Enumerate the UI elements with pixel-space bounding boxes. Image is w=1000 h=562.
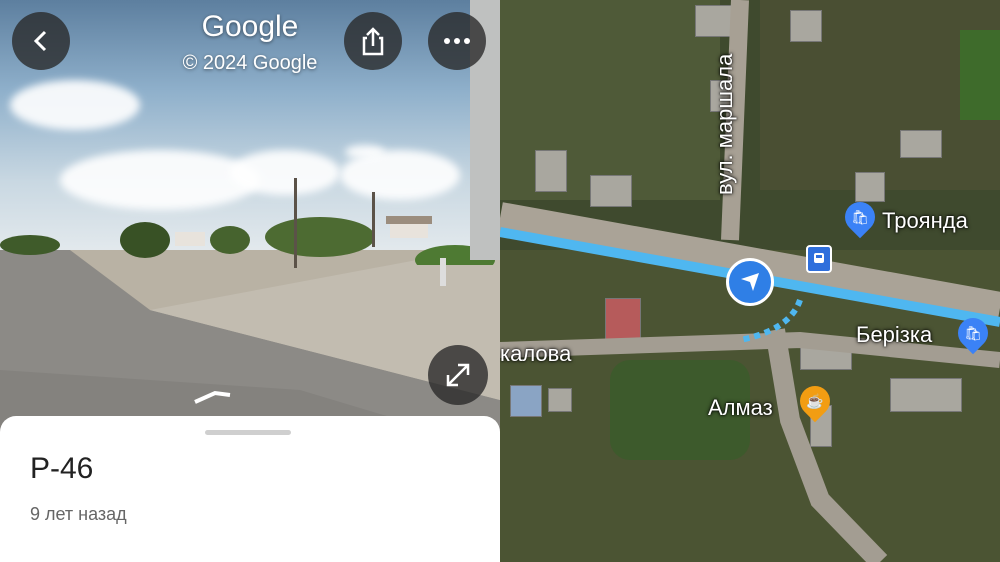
poi-label-troyanda[interactable]: Троянда bbox=[882, 208, 968, 234]
poi-label-almaz[interactable]: Алмаз bbox=[708, 395, 773, 421]
road-post bbox=[440, 258, 446, 286]
share-icon bbox=[362, 27, 384, 56]
street-view-panel[interactable]: Google © 2024 Google P-46 9 лет назад bbox=[0, 0, 500, 562]
current-location-marker[interactable] bbox=[726, 258, 774, 306]
cloud bbox=[345, 145, 385, 159]
cloud bbox=[10, 80, 140, 130]
utility-pole bbox=[294, 178, 297, 268]
more-options-button[interactable] bbox=[428, 12, 486, 70]
copyright-label: © 2024 Google bbox=[182, 52, 318, 74]
poi-label-berizka[interactable]: Берізка bbox=[856, 322, 932, 348]
shopping-bag-icon: 🛍 bbox=[851, 208, 869, 225]
bus-stop-marker[interactable] bbox=[806, 245, 832, 273]
cloud bbox=[230, 150, 340, 195]
coffee-cup-icon: ☕ bbox=[806, 392, 824, 409]
bottom-sheet[interactable]: P-46 9 лет назад bbox=[0, 416, 500, 562]
share-button[interactable] bbox=[344, 12, 402, 70]
utility-pole bbox=[372, 192, 375, 247]
house bbox=[390, 222, 428, 238]
street-label-marshala: вул. маршала bbox=[712, 53, 737, 195]
map-panel[interactable]: вул. маршала калова 🛍 Троянда 🛍 Берізка … bbox=[500, 0, 1000, 562]
place-name: P-46 bbox=[30, 452, 94, 485]
bus-icon bbox=[814, 253, 824, 263]
google-title: Google bbox=[201, 10, 299, 43]
expand-icon bbox=[446, 363, 470, 387]
chevron-left-icon bbox=[33, 30, 47, 52]
cloud bbox=[60, 150, 260, 210]
shopping-bag-icon: 🛍 bbox=[964, 324, 982, 341]
street-label-kalova: калова bbox=[500, 341, 572, 366]
sheet-drag-handle[interactable] bbox=[205, 430, 291, 435]
fullscreen-button[interactable] bbox=[428, 345, 488, 405]
capture-date: 9 лет назад bbox=[30, 504, 127, 524]
navigation-arrow-icon bbox=[741, 273, 759, 291]
house-roof bbox=[386, 216, 432, 224]
house bbox=[175, 232, 205, 246]
more-horiz-icon bbox=[444, 38, 470, 44]
back-button[interactable] bbox=[12, 12, 70, 70]
